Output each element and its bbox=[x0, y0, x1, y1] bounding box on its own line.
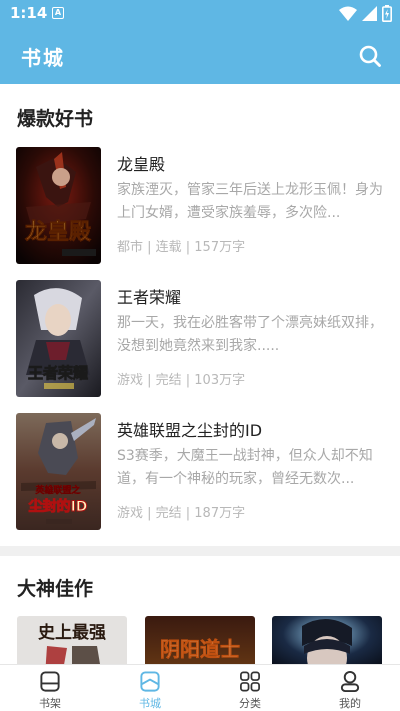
category-grid-icon bbox=[240, 671, 260, 692]
book-cover[interactable]: 龙皇殿 bbox=[16, 147, 101, 264]
book-card[interactable]: 王者荣耀 王者荣耀 那一天，我在必胜客带了个漂亮妹纸双排，没想到她竟然来到我家.… bbox=[0, 280, 400, 400]
book-description: 那一天，我在必胜客带了个漂亮妹纸双排，没想到她竟然来到我家..... bbox=[117, 315, 383, 354]
cover-title-text: 阴阳道士 bbox=[160, 637, 240, 661]
status-indicators bbox=[339, 5, 392, 22]
bookshelf-icon bbox=[40, 671, 60, 692]
cover-title-text: 龙皇殿 bbox=[25, 219, 92, 245]
section-divider bbox=[0, 546, 400, 556]
wifi-icon bbox=[339, 6, 357, 21]
book-card[interactable]: 英雄联盟之 尘封的ID 英雄联盟之尘封的ID S3赛季，大魔王一战封神，但众人却… bbox=[0, 413, 400, 533]
nav-item-bookshelf[interactable]: 书架 bbox=[0, 665, 100, 711]
book-meta: 都市 | 连载 | 157万字 bbox=[117, 240, 246, 255]
book-cover[interactable]: 史上最强 bbox=[17, 616, 127, 664]
book-cover[interactable]: 王者荣耀 bbox=[16, 280, 101, 397]
book-title: 王者荣耀 bbox=[117, 288, 182, 307]
book-cover[interactable]: 阴阳道士 bbox=[145, 616, 255, 664]
nav-item-category[interactable]: 分类 bbox=[200, 665, 300, 711]
nav-label: 书架 bbox=[39, 697, 61, 710]
app-header: 书城 bbox=[0, 28, 400, 84]
cover-title-text: 王者荣耀 bbox=[28, 364, 88, 382]
book-title: 英雄联盟之尘封的ID bbox=[117, 421, 263, 440]
nav-label: 书城 bbox=[139, 697, 161, 710]
book-meta: 游戏 | 完结 | 103万字 bbox=[117, 373, 246, 388]
book-meta: 游戏 | 完结 | 187万字 bbox=[117, 506, 246, 521]
section-title-masters: 大神佳作 bbox=[17, 578, 94, 600]
notification-icon: A bbox=[52, 7, 64, 19]
nav-item-profile[interactable]: 我的 bbox=[300, 665, 400, 711]
search-icon[interactable] bbox=[358, 44, 382, 68]
cover-title-text: 史上最强 bbox=[38, 622, 106, 643]
svg-text:英雄联盟之: 英雄联盟之 bbox=[34, 484, 80, 496]
bookstore-content[interactable]: 爆款好书 龙皇殿 龙皇殿 家族湮灭，管家三年后送上龙形玉佩！身为上门女婿，遭受家… bbox=[0, 84, 400, 664]
nav-label: 我的 bbox=[339, 697, 361, 710]
cover-title-text: 尘封的ID bbox=[29, 498, 88, 515]
bottom-nav: 书架 书城 分类 我的 bbox=[0, 664, 400, 711]
book-title: 龙皇殿 bbox=[117, 155, 166, 174]
book-description: S3赛季，大魔王一战封神，但众人却不知道，有一个神秘的玩家，曾经无数次... bbox=[117, 448, 373, 487]
page-title: 书城 bbox=[21, 46, 65, 70]
section-title-hot: 爆款好书 bbox=[17, 108, 94, 130]
book-description: 家族湮灭，管家三年后送上龙形玉佩！身为上门女婿，遭受家族羞辱，多次险... bbox=[117, 182, 383, 221]
nav-label: 分类 bbox=[239, 697, 261, 710]
book-cover[interactable]: 英雄联盟之 尘封的ID bbox=[16, 413, 101, 530]
bookstore-icon bbox=[140, 671, 160, 692]
status-time: 1:14 bbox=[10, 4, 48, 22]
signal-icon bbox=[362, 6, 377, 21]
book-cover[interactable] bbox=[272, 616, 382, 664]
book-card[interactable]: 龙皇殿 龙皇殿 家族湮灭，管家三年后送上龙形玉佩！身为上门女婿，遭受家族羞辱，多… bbox=[0, 147, 400, 267]
nav-item-bookstore[interactable]: 书城 bbox=[100, 665, 200, 711]
profile-icon bbox=[340, 670, 360, 693]
battery-icon bbox=[382, 5, 392, 22]
status-bar: 1:14 A bbox=[0, 0, 400, 28]
